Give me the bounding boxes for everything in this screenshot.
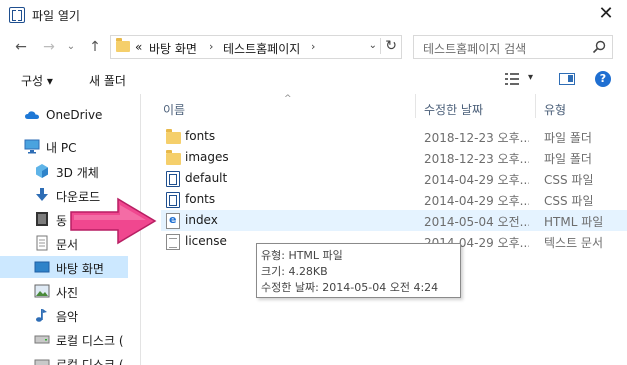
pink-arrow-icon	[70, 197, 157, 245]
sidebar-item-onedrive[interactable]: OneDrive	[0, 104, 128, 126]
search-input[interactable]: 테스트홈페이지 검색	[413, 35, 613, 59]
tooltip-size: 크기: 4.28KB	[261, 265, 328, 278]
sidebar-item-music[interactable]: 음악	[0, 304, 128, 326]
css-file-icon	[166, 171, 180, 187]
file-type: CSS 파일	[544, 173, 594, 187]
css-file-icon	[166, 192, 180, 208]
view-options-icon[interactable]	[505, 73, 519, 85]
window-title: 파일 열기	[32, 9, 80, 23]
refresh-icon[interactable]: ↻	[380, 38, 397, 54]
file-row-fonts-folder[interactable]: fonts 2018-12-23 오후... 파일 폴더	[161, 126, 627, 147]
sidebar-item-label: 3D 개체	[56, 166, 99, 180]
cube-icon	[36, 164, 48, 178]
close-button[interactable]: ✕	[591, 2, 621, 26]
tooltip-modified-date: 수정한 날짜: 2014-05-04 오전 4:24	[261, 281, 439, 294]
folder-icon	[166, 150, 181, 165]
file-type: 텍스트 문서	[544, 236, 604, 250]
breadcrumb-separator[interactable]: ›	[311, 40, 315, 53]
text-file-icon	[166, 234, 180, 250]
file-name: images	[185, 150, 229, 164]
app-icon	[9, 7, 25, 23]
folder-icon	[166, 129, 181, 144]
breadcrumb-test-homepage[interactable]: 테스트홈페이지	[223, 40, 300, 57]
sort-ascending-icon: ^	[284, 94, 292, 104]
download-icon	[36, 188, 48, 201]
sidebar-item-local-disk[interactable]: 로컬 디스크 (	[0, 328, 128, 350]
file-type: CSS 파일	[544, 194, 594, 208]
file-type: HTML 파일	[544, 215, 604, 229]
file-info-tooltip: 유형: HTML 파일 크기: 4.28KB 수정한 날짜: 2014-05-0…	[256, 243, 461, 298]
file-date: 2018-12-23 오후...	[424, 131, 529, 145]
preview-pane-icon[interactable]	[559, 73, 575, 85]
title-bar: 파일 열기 ✕	[0, 0, 627, 30]
sidebar-item-label: OneDrive	[46, 108, 103, 122]
file-list: ^ 이름 수정한 날짜 유형 fonts 2018-12-23 오후... 파일…	[141, 94, 627, 365]
picture-icon	[34, 284, 50, 298]
file-row-fonts-css[interactable]: fonts 2014-04-29 오후... CSS 파일	[161, 189, 627, 210]
back-button[interactable]: ←	[12, 38, 30, 56]
search-icon[interactable]	[592, 40, 606, 54]
column-header-type[interactable]: 유형	[544, 101, 566, 118]
search-placeholder: 테스트홈페이지 검색	[423, 42, 527, 56]
file-type: 파일 폴더	[544, 131, 592, 145]
file-name: fonts	[185, 129, 216, 143]
file-name: fonts	[185, 192, 216, 206]
sidebar-item-local-disk-2[interactable]: 로컬 디스크 (	[0, 352, 128, 365]
cloud-icon	[25, 111, 39, 119]
video-icon	[36, 212, 48, 226]
up-button[interactable]: ↑	[86, 38, 104, 56]
disk-icon	[34, 359, 50, 365]
sidebar-item-label: 로컬 디스크 (	[56, 358, 124, 365]
document-icon	[36, 235, 48, 251]
file-date: 2014-04-29 오후...	[424, 173, 529, 187]
sidebar-item-3d-objects[interactable]: 3D 개체	[0, 160, 128, 182]
help-icon[interactable]: ?	[595, 71, 611, 87]
disk-icon	[34, 335, 50, 344]
sidebar-item-label: 로컬 디스크 (	[56, 334, 124, 348]
breadcrumb-overflow[interactable]: «	[135, 40, 142, 54]
new-folder-button[interactable]: 새 폴더	[89, 72, 126, 89]
file-row-index-html[interactable]: index 2014-05-04 오전... HTML 파일	[161, 210, 627, 231]
computer-icon	[24, 139, 40, 154]
file-date: 2014-04-29 오후...	[424, 194, 529, 208]
column-divider[interactable]	[415, 94, 416, 118]
sidebar-item-label: 내 PC	[46, 141, 77, 155]
organize-button[interactable]: 구성 ▾	[21, 72, 53, 89]
breadcrumb-desktop[interactable]: 바탕 화면	[149, 40, 197, 57]
sidebar-item-this-pc[interactable]: 내 PC	[0, 135, 128, 157]
recent-locations-button[interactable]: ⌄	[62, 38, 80, 56]
column-header-name[interactable]: 이름	[163, 101, 185, 118]
file-row-images-folder[interactable]: images 2018-12-23 오후... 파일 폴더	[161, 147, 627, 168]
address-dropdown-icon[interactable]: ⌄	[369, 40, 377, 51]
file-name: default	[185, 171, 228, 185]
sidebar-item-desktop[interactable]: 바탕 화면	[0, 256, 128, 278]
command-bar: 구성 ▾ 새 폴더 ▾ ?	[0, 64, 627, 94]
html-file-icon	[166, 213, 180, 229]
view-dropdown-icon[interactable]: ▾	[528, 72, 533, 83]
file-name: index	[185, 213, 218, 227]
sidebar-item-label: 동	[56, 214, 68, 228]
file-type: 파일 폴더	[544, 152, 592, 166]
address-bar[interactable]: « 바탕 화면 › 테스트홈페이지 › ⌄ ↻	[110, 35, 402, 59]
file-date: 2018-12-23 오후...	[424, 152, 529, 166]
sidebar-item-pictures[interactable]: 사진	[0, 280, 128, 302]
desktop-icon	[34, 261, 50, 273]
forward-button[interactable]: →	[40, 38, 58, 56]
sidebar-item-label: 음악	[56, 310, 79, 324]
sidebar-item-label: 사진	[56, 286, 79, 300]
music-icon	[36, 309, 47, 322]
tooltip-type: 유형: HTML 파일	[261, 249, 343, 262]
breadcrumb-separator[interactable]: ›	[209, 40, 213, 53]
column-divider[interactable]	[535, 94, 536, 118]
file-date: 2014-05-04 오전...	[424, 215, 529, 229]
sidebar-item-label: 바탕 화면	[56, 262, 104, 276]
file-row-default-css[interactable]: default 2014-04-29 오후... CSS 파일	[161, 168, 627, 189]
navigation-bar: ← → ⌄ ↑ « 바탕 화면 › 테스트홈페이지 › ⌄ ↻ 테스트홈페이지 …	[0, 30, 627, 64]
folder-icon	[116, 38, 130, 52]
column-header-date[interactable]: 수정한 날짜	[424, 101, 483, 118]
